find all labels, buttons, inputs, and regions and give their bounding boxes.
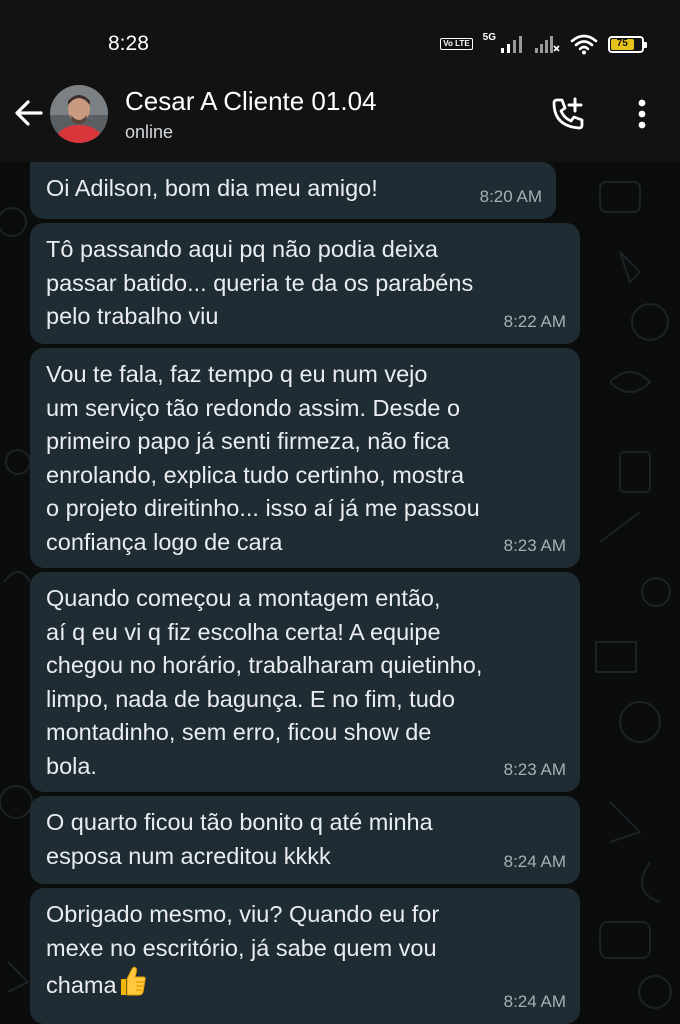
signal-weak-icon — [535, 36, 560, 53]
chat-area[interactable]: Oi Adilson, bom dia meu amigo! 8:20 AM T… — [0, 162, 680, 1024]
message-text: Oi Adilson, bom dia meu amigo! — [46, 175, 378, 201]
status-time: 8:28 — [108, 32, 149, 55]
battery-fill: 75 — [611, 38, 634, 50]
message-bubble[interactable]: O quarto ficou tão bonito q até minha es… — [30, 796, 580, 884]
message-bubble[interactable]: Oi Adilson, bom dia meu amigo! 8:20 AM — [30, 162, 556, 219]
chat-header: Cesar A Cliente 01.04 online — [0, 80, 680, 162]
message-time: 8:24 AM — [503, 851, 566, 871]
volte-icon: Vo LTE — [440, 38, 473, 50]
status-icons: Vo LTE 5G 75 — [440, 30, 647, 58]
status-bar: 8:28 Vo LTE 5G 75 — [0, 0, 680, 80]
back-button[interactable] — [12, 96, 46, 130]
message-text: O quarto ficou tão bonito q até minha es… — [46, 809, 433, 869]
network-type-label: 5G — [482, 32, 496, 43]
more-vertical-icon — [638, 99, 646, 129]
message-text: Vou te fala, faz tempo q eu num vejo um … — [46, 361, 480, 555]
thumbs-up-icon — [117, 965, 147, 1007]
add-call-button[interactable] — [548, 94, 588, 134]
message-time: 8:24 AM — [503, 991, 566, 1011]
more-options-button[interactable] — [624, 94, 660, 134]
message-bubble[interactable]: Quando começou a montagem então, aí q eu… — [30, 572, 580, 792]
message-text: Tô passando aqui pq não podia deixa pass… — [46, 236, 474, 329]
message-time: 8:22 AM — [503, 311, 566, 331]
message-text: Obrigado mesmo, viu? Quando eu for mexe … — [46, 898, 564, 1007]
message-time: 8:23 AM — [503, 535, 566, 555]
message-text-content: Obrigado mesmo, viu? Quando eu for mexe … — [46, 901, 440, 998]
message-time: 8:23 AM — [503, 759, 566, 779]
battery-level: 75 — [616, 38, 628, 49]
avatar-photo-icon — [50, 85, 108, 143]
battery-tip — [644, 41, 647, 48]
message-bubble[interactable]: Obrigado mesmo, viu? Quando eu for mexe … — [30, 888, 580, 1024]
battery-icon: 75 — [608, 35, 647, 53]
message-bubble[interactable]: Vou te fala, faz tempo q eu num vejo um … — [30, 348, 580, 568]
message-time: 8:20 AM — [479, 186, 542, 206]
avatar[interactable] — [50, 85, 108, 143]
contact-name[interactable]: Cesar A Cliente 01.04 — [125, 86, 377, 117]
add-call-icon — [552, 97, 584, 130]
back-arrow-icon — [15, 100, 43, 126]
wifi-icon — [570, 34, 598, 55]
message-bubble[interactable]: Tô passando aqui pq não podia deixa pass… — [30, 223, 580, 344]
message-text: Quando começou a montagem então, aí q eu… — [46, 585, 483, 779]
signal-icon — [501, 36, 522, 53]
contact-status: online — [125, 122, 174, 142]
